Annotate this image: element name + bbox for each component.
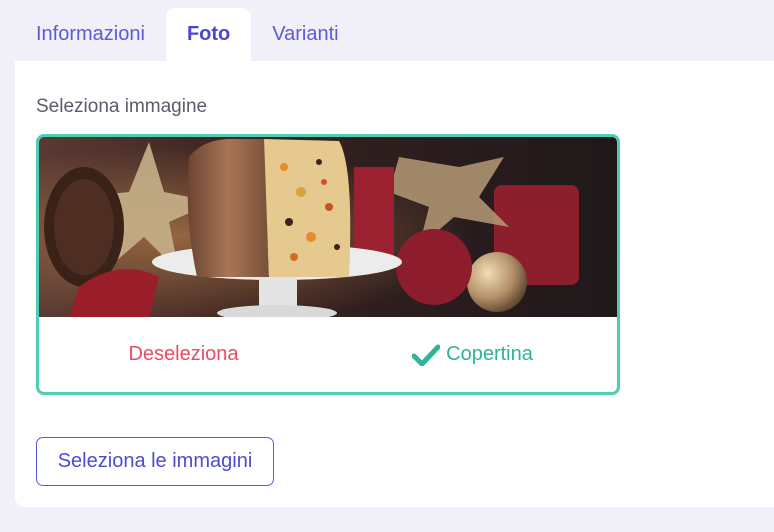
- product-photo: [39, 137, 617, 317]
- section-label: Seleziona immagine: [36, 96, 208, 117]
- deselect-label: Deseleziona: [128, 343, 239, 365]
- tab-varianti[interactable]: Varianti: [251, 8, 359, 61]
- image-card-actions: Deseleziona Copertina: [39, 317, 617, 392]
- tab-panel: Seleziona immagine Deseleziona Copertina…: [15, 61, 774, 507]
- select-images-button[interactable]: Seleziona le immagini: [36, 437, 274, 486]
- selected-image-card[interactable]: Deseleziona Copertina: [36, 134, 620, 395]
- deselect-button[interactable]: Deseleziona: [39, 343, 328, 366]
- cover-label: Copertina: [446, 343, 533, 365]
- tab-foto[interactable]: Foto: [165, 8, 252, 61]
- tab-informazioni[interactable]: Informazioni: [15, 8, 166, 61]
- check-icon: [412, 344, 441, 366]
- tab-bar: Informazioni Foto Varianti: [15, 8, 360, 61]
- cover-button[interactable]: Copertina: [328, 343, 617, 366]
